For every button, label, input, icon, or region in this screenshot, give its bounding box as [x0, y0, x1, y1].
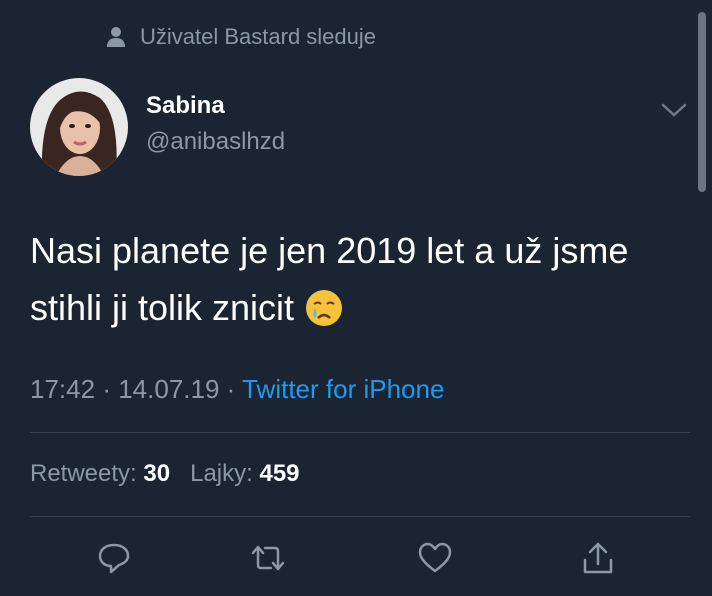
chevron-down-icon[interactable]: [660, 100, 688, 120]
like-icon: [418, 542, 452, 573]
retweets-label: Retweety:: [30, 460, 137, 487]
avatar[interactable]: [30, 78, 128, 176]
like-button[interactable]: [415, 538, 455, 578]
share-icon: [583, 542, 613, 574]
likes-stat[interactable]: Lajky: 459: [190, 460, 299, 487]
tweet-source-link[interactable]: Twitter for iPhone: [242, 374, 444, 404]
reply-button[interactable]: [94, 538, 134, 578]
tweet-text-line-1: Nasi planete je jen 2019 let a už jsme: [30, 230, 629, 271]
crying-face-icon: [304, 287, 344, 344]
divider: [30, 432, 690, 433]
meta-separator-2: ·: [226, 374, 236, 404]
followed-by-text: Uživatel Bastard sleduje: [140, 24, 377, 49]
retweet-icon: [251, 545, 285, 571]
author-name[interactable]: Sabina: [146, 92, 225, 120]
tweet-text-line-2-content: stihli ji tolik znicit: [30, 287, 295, 328]
tweet-meta: 17:42 · 14.07.19 · Twitter for iPhone: [30, 374, 444, 405]
person-icon: [107, 27, 125, 47]
tweet-stats: Retweety: 30 Lajky: 459: [30, 460, 300, 488]
tweet-text-line-2: stihli ji tolik znicit: [30, 279, 680, 344]
author-handle[interactable]: @anibaslhzd: [146, 128, 285, 156]
share-button[interactable]: [578, 538, 618, 578]
followed-by-context[interactable]: Uživatel Bastard sleduje: [104, 24, 376, 50]
retweet-button[interactable]: [248, 538, 288, 578]
likes-count: 459: [259, 460, 300, 487]
tweet-date: 14.07.19: [118, 374, 220, 404]
scrollbar[interactable]: [698, 12, 706, 192]
tweet-time: 17:42: [30, 374, 96, 404]
retweets-count: 30: [143, 460, 171, 487]
meta-separator-1: ·: [102, 374, 111, 404]
reply-icon: [98, 543, 130, 574]
divider: [30, 516, 690, 517]
tweet-text: Nasi planete je jen 2019 let a už jsme s…: [30, 222, 680, 344]
likes-label: Lajky:: [190, 460, 253, 487]
retweets-stat[interactable]: Retweety: 30: [30, 460, 170, 487]
